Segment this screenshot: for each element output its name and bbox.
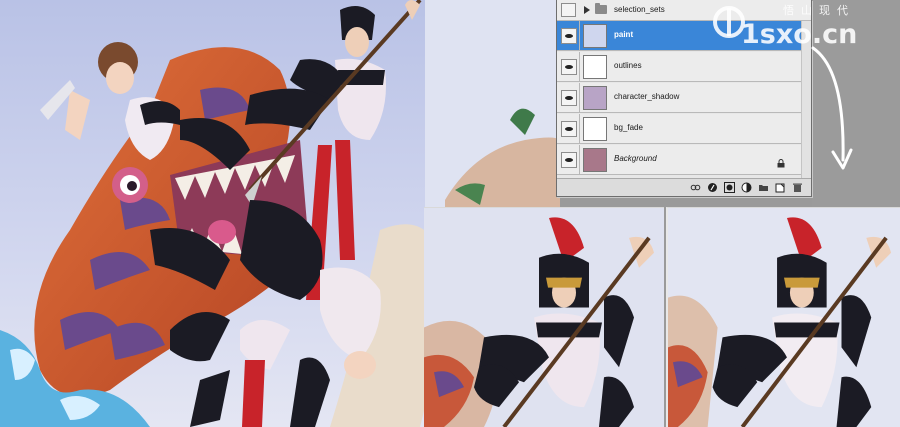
layer-style-icon[interactable] bbox=[707, 182, 718, 193]
layer-row-character-shadow[interactable]: character_shadow bbox=[557, 83, 811, 113]
layer-row-background[interactable]: Background bbox=[557, 145, 811, 175]
layer-thumbnail bbox=[583, 117, 607, 141]
watermark-brand-text: 1sxo.cn bbox=[741, 19, 858, 50]
eye-icon[interactable] bbox=[561, 90, 577, 106]
detail-crop-after bbox=[666, 207, 900, 427]
eye-icon[interactable] bbox=[561, 28, 577, 44]
canvas: selection_sets paint outlines character_… bbox=[0, 0, 900, 427]
watermark-chinese-text: 悟山现代 bbox=[783, 4, 855, 17]
eye-icon[interactable] bbox=[561, 121, 577, 137]
layer-mask-icon[interactable] bbox=[724, 182, 735, 193]
folder-icon bbox=[595, 3, 607, 14]
layer-thumbnail bbox=[583, 24, 607, 48]
expand-triangle-icon[interactable] bbox=[584, 6, 590, 14]
layers-toolbar bbox=[557, 178, 811, 196]
layer-name: character_shadow bbox=[614, 92, 680, 101]
layer-thumbnail bbox=[583, 55, 607, 79]
eye-icon[interactable] bbox=[561, 59, 577, 75]
layer-thumbnail bbox=[583, 86, 607, 110]
lock-icon bbox=[777, 155, 785, 168]
layer-name: bg_fade bbox=[614, 123, 643, 132]
layer-name: Background bbox=[614, 154, 657, 163]
layer-row-outlines[interactable]: outlines bbox=[557, 52, 811, 82]
group-name: selection_sets bbox=[614, 5, 665, 14]
layer-name: paint bbox=[614, 30, 634, 39]
background-rocks bbox=[425, 0, 560, 210]
delete-layer-icon[interactable] bbox=[792, 182, 803, 193]
eye-icon[interactable] bbox=[561, 152, 577, 168]
watermark: 悟山现代 1sxo.cn bbox=[713, 2, 898, 52]
layer-name: outlines bbox=[614, 61, 642, 70]
new-group-icon[interactable] bbox=[758, 182, 769, 193]
detail-crop-before bbox=[424, 207, 664, 427]
curved-arrow-annotation bbox=[805, 40, 865, 180]
visibility-toggle-empty[interactable] bbox=[561, 3, 576, 17]
layer-row-bg-fade[interactable]: bg_fade bbox=[557, 114, 811, 144]
adjustment-layer-icon[interactable] bbox=[741, 182, 752, 193]
new-layer-icon[interactable] bbox=[775, 182, 786, 193]
link-layers-icon[interactable] bbox=[690, 182, 701, 193]
layer-thumbnail bbox=[583, 148, 607, 172]
